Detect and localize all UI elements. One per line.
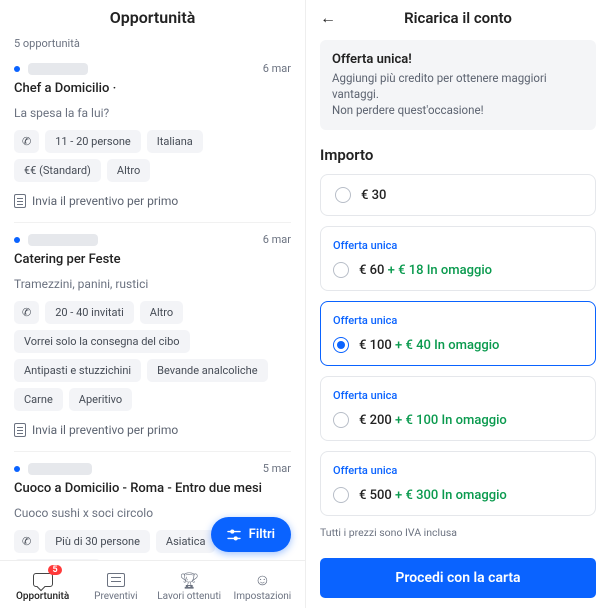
topup-pane: ← Ricarica il conto Offerta unica! Aggiu…: [306, 0, 610, 608]
phone-icon: ✆: [22, 135, 31, 148]
card-desc: Tramezzini, panini, rustici: [14, 277, 291, 291]
amount-bonus: + € 100 In omaggio: [395, 413, 507, 428]
card-date: 5 mar: [263, 462, 291, 475]
section-amount: Importo: [320, 146, 596, 164]
radio-icon: [333, 412, 349, 428]
tag-chip: 20 - 40 invitati: [45, 301, 134, 324]
promo-badge: Offerta unica: [333, 314, 583, 327]
first-quote-label: Invia il preventivo per primo: [32, 423, 178, 437]
amount-base: € 60: [359, 263, 388, 278]
card-desc: La spesa la fa lui?: [14, 106, 291, 120]
amount-base: € 200: [359, 413, 395, 428]
tag-chip: Asiatica: [156, 530, 216, 553]
service-title: Chef a Domicilio ·: [14, 81, 291, 96]
chat-icon: [33, 573, 53, 587]
amount-bonus: + € 300 In omaggio: [395, 488, 507, 503]
amount-option-500[interactable]: Offerta unica € 500 + € 300 In omaggio: [320, 451, 596, 516]
unread-dot-icon: [14, 466, 20, 472]
amount-option-100[interactable]: Offerta unica € 100 + € 40 In omaggio: [320, 301, 596, 366]
back-button[interactable]: ←: [320, 8, 342, 28]
first-quote-hint: Invia il preventivo per primo: [14, 423, 291, 437]
proceed-button[interactable]: Procedi con la carta: [320, 558, 596, 598]
service-title: Cuoco a Domicilio - Roma - Entro due mes…: [14, 481, 291, 496]
promo-badge: Offerta unica: [333, 464, 583, 477]
contact-name-redacted: [28, 463, 92, 475]
opportunities-pane: Opportunità 5 opportunità 6 mar Chef a D…: [0, 0, 306, 608]
tab-label: Impostazioni: [234, 591, 292, 602]
amount-base: € 30: [361, 188, 386, 203]
tag-chip: 11 - 20 persone: [45, 130, 141, 153]
opportunity-card[interactable]: 6 mar Catering per Feste Tramezzini, pan…: [14, 222, 291, 437]
tag-chip: €€ (Standard): [14, 159, 101, 182]
tag-chip: Bevande analcoliche: [147, 359, 267, 382]
first-quote-hint: Invia il preventivo per primo: [14, 194, 291, 208]
promo-alert: Offerta unica! Aggiungi più credito per …: [320, 40, 596, 130]
trophy-icon: 🏆︎: [179, 571, 199, 590]
phone-icon: ✆: [22, 535, 31, 548]
tag-chip: Altro: [140, 301, 183, 324]
promo-badge: Offerta unica: [333, 389, 583, 402]
tag-chip: Più di 30 persone: [45, 530, 150, 553]
filters-label: Filtri: [249, 527, 275, 542]
tag-chip: Altro: [107, 159, 150, 182]
amount-option-30[interactable]: € 30: [320, 174, 596, 216]
unread-dot-icon: [14, 237, 20, 243]
promo-title: Offerta unica!: [332, 52, 584, 67]
sliders-icon: [227, 529, 241, 541]
tab-badge: 5: [48, 565, 61, 575]
promo-text: Aggiungi più credito per ottenere maggio…: [332, 70, 584, 102]
radio-icon: [335, 187, 351, 203]
contact-name-redacted: [28, 63, 88, 75]
unread-dot-icon: [14, 66, 20, 72]
document-icon: [14, 194, 26, 208]
bottom-tabbar: 5 Opportunità Preventivi 🏆︎ Lavori otten…: [0, 560, 305, 608]
amount-bonus: + € 18 In omaggio: [388, 263, 492, 278]
phone-icon: ✆: [22, 306, 31, 319]
tab-quotes[interactable]: Preventivi: [79, 571, 152, 602]
radio-icon: [333, 262, 349, 278]
page-title: Opportunità: [14, 0, 291, 37]
contact-name-redacted: [28, 234, 98, 246]
amount-base: € 100: [359, 338, 395, 353]
document-icon: [107, 573, 125, 587]
tab-label: Preventivi: [94, 591, 137, 602]
tab-jobs[interactable]: 🏆︎ Lavori ottenuti: [153, 571, 226, 602]
tag-chip: Italiana: [147, 130, 203, 153]
service-title: Catering per Feste: [14, 252, 291, 267]
phone-chip[interactable]: ✆: [14, 301, 39, 324]
page-title: Ricarica il conto: [342, 9, 596, 27]
amount-option-200[interactable]: Offerta unica € 200 + € 100 In omaggio: [320, 376, 596, 441]
person-icon: ☺︎: [254, 570, 270, 590]
tab-label: Opportunità: [16, 591, 69, 602]
tag-chip: Vorrei solo la consegna del cibo: [14, 330, 190, 353]
tag-chip: Antipasti e stuzzichini: [14, 359, 141, 382]
vat-note: Tutti i prezzi sono IVA inclusa: [320, 526, 596, 539]
amount-option-60[interactable]: Offerta unica € 60 + € 18 In omaggio: [320, 226, 596, 291]
card-date: 6 mar: [263, 233, 291, 246]
radio-icon: [333, 487, 349, 503]
phone-chip[interactable]: ✆: [14, 530, 39, 553]
tab-opportunities[interactable]: 5 Opportunità: [6, 571, 79, 602]
first-quote-label: Invia il preventivo per primo: [32, 194, 178, 208]
tag-chip: Aperitivo: [69, 388, 132, 411]
amount-base: € 500: [359, 488, 395, 503]
card-date: 6 mar: [263, 62, 291, 75]
phone-chip[interactable]: ✆: [14, 130, 39, 153]
opportunity-card[interactable]: 6 mar Chef a Domicilio · La spesa la fa …: [14, 62, 291, 208]
promo-badge: Offerta unica: [333, 239, 583, 252]
radio-checked-icon: [333, 337, 349, 353]
tab-label: Lavori ottenuti: [157, 591, 221, 602]
document-icon: [14, 423, 26, 437]
filters-button[interactable]: Filtri: [211, 517, 291, 552]
tag-chip: Carne: [14, 388, 63, 411]
amount-bonus: + € 40 In omaggio: [395, 338, 499, 353]
promo-text: Non perdere quest'occasione!: [332, 102, 584, 118]
opportunity-count: 5 opportunità: [14, 37, 291, 50]
tab-settings[interactable]: ☺︎ Impostazioni: [226, 571, 299, 602]
